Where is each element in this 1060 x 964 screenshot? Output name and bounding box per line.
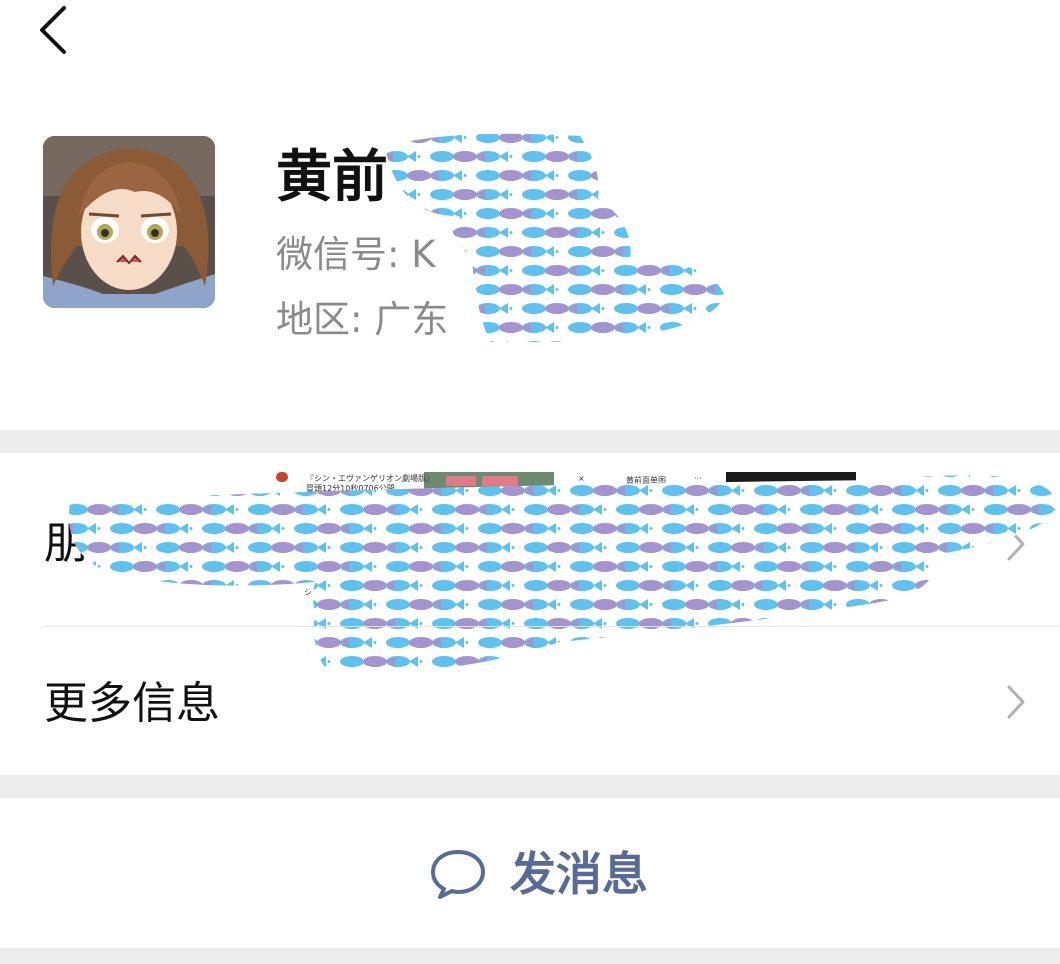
avatar[interactable] [43, 136, 215, 308]
redaction-mask [385, 133, 725, 343]
avatar-image [43, 136, 215, 308]
row-more-info[interactable]: 更多信息 [0, 620, 1060, 790]
send-message-label[interactable]: 发消息 [510, 846, 648, 902]
nickname: 黄前 [276, 145, 388, 210]
back-button[interactable] [30, 2, 80, 58]
chevron-left-icon [40, 6, 66, 54]
chat-bubble-icon [431, 850, 485, 899]
profile-header: 黄前 微信号: K 地区: 广东 [0, 0, 1060, 430]
row-more-info-label: 更多信息 [44, 678, 220, 729]
chevron-right-icon [1007, 685, 1025, 719]
